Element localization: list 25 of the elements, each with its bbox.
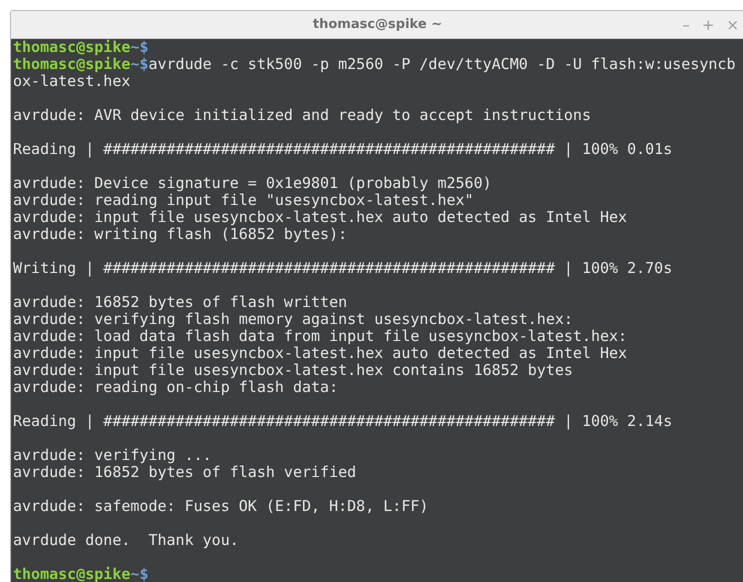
output-line: avrdude: AVR device initialized and ready to accept instructions <box>13 106 591 124</box>
output-line: Reading | ################################################## | 100% 2.14s <box>13 412 672 430</box>
output-line: avrdude: verifying ... <box>13 446 212 464</box>
output-line: avrdude: writing flash (16852 bytes): <box>13 225 348 243</box>
output-line: avrdude done. Thank you. <box>13 531 239 549</box>
output-line: avrdude: input file usesyncbox-latest.hex auto detected as Intel Hex <box>13 208 628 226</box>
output-line: avrdude: safemode: Fuses OK (E:FD, H:D8, L:FF) <box>13 497 428 515</box>
maximize-button[interactable]: + <box>698 14 718 34</box>
output-line: avrdude: verifying flash memory against usesyncbox-latest.hex: <box>13 310 573 328</box>
output-line: avrdude: load data flash data from input file usesyncbox-latest.hex: <box>13 327 628 345</box>
prompt-line: thomasc@spike~$ <box>13 39 150 56</box>
output-line: avrdude: input file usesyncbox-latest.hex contains 16852 bytes <box>13 361 573 379</box>
output-line: avrdude: input file usesyncbox-latest.hex auto detected as Intel Hex <box>13 344 628 362</box>
command-line: thomasc@spike~$avrdude -c stk500 -p m2560 -P /dev/ttyACM0 -D -U flash:w:usesyncbox-latest.hex <box>13 56 736 90</box>
output-line: avrdude: 16852 bytes of flash written <box>13 293 348 311</box>
output-line: Writing | ################################################## | 100% 2.70s <box>13 259 672 277</box>
output-line: avrdude: reading input file "usesyncbox-latest.hex" <box>13 191 474 209</box>
prompt-line: thomasc@spike~$ <box>13 566 150 582</box>
minimize-button[interactable]: – <box>678 14 694 34</box>
window-title: thomasc@spike ~ <box>312 17 442 32</box>
output-line: avrdude: 16852 bytes of flash verified <box>13 463 356 481</box>
close-button[interactable]: × <box>722 14 743 34</box>
output-line: avrdude: reading on-chip flash data: <box>13 378 338 396</box>
output-line: avrdude: Device signature = 0x1e9801 (probably m2560) <box>13 174 492 192</box>
output-line: Reading | ################################################## | 100% 0.01s <box>13 140 672 158</box>
